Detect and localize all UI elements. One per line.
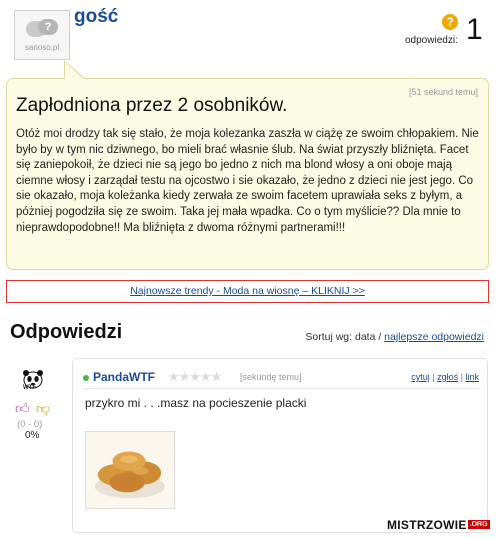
question-box: [51 sekund temu] Zapłodniona przez 2 oso… (6, 78, 489, 270)
question-circle-icon: ? (442, 14, 458, 30)
answer-username[interactable]: PandaWTF (93, 370, 155, 384)
avatar: ? sanoso.pl (14, 10, 70, 60)
answers-label: odpowiedzi: (405, 35, 458, 46)
online-dot-icon (83, 375, 89, 381)
speech-tail-fill (65, 62, 84, 79)
answer-card: PandaWTF ★★★★★ [sekundę temu] cytuj | zg… (72, 358, 488, 533)
thumbs-up-icon[interactable]: 👍︎ (15, 400, 30, 417)
answers-heading: Odpowiedzi (10, 321, 123, 343)
chat-bubbles-icon: ? (26, 18, 58, 41)
answers-count: 1 (466, 13, 483, 46)
answer-timestamp: [sekundę temu] (240, 372, 302, 382)
answer-actions: cytuj | zgłoś | link (411, 372, 479, 382)
thumbs-down-icon[interactable]: 👎︎ (36, 400, 50, 417)
vote-percent: 0% (25, 430, 40, 441)
question-body: Otóż moi drodzy tak się stało, że moja k… (16, 128, 479, 234)
promo-banner: Najnowsze trendy - Moda na wiosnę – KLIK… (6, 280, 489, 303)
permalink-link[interactable]: link (465, 372, 479, 382)
site-brand: MISTRZOWIE .ORG (387, 517, 490, 532)
sort-bar: Sortuj wg: data / najlepsze odpowiedzi (305, 331, 484, 343)
question-timestamp: [51 sekund temu] (408, 87, 478, 97)
promo-link[interactable]: Najnowsze trendy - Moda na wiosnę – KLIK… (130, 285, 365, 297)
brand-name: MISTRZOWIE (387, 517, 467, 532)
asker-username[interactable]: gość (74, 6, 118, 28)
answer-text: przykro mi . . .masz na pocieszenie plac… (85, 396, 307, 410)
rating-stars[interactable]: ★★★★★ (168, 369, 222, 385)
avatar-label: sanoso.pl (24, 42, 60, 52)
question-title: Zapłodniona przez 2 osobników. (16, 95, 288, 116)
vote-counts: (0 - 0) (17, 419, 43, 430)
sort-label: Sortuj wg: data / (305, 331, 382, 343)
panda-logo-text: WTF (23, 385, 36, 391)
pancakes-image (85, 431, 175, 509)
quote-link[interactable]: cytuj (411, 372, 430, 382)
brand-suffix: .ORG (467, 520, 490, 529)
sort-best-link[interactable]: najlepsze odpowiedzi (384, 331, 484, 343)
report-link[interactable]: zgłoś (437, 372, 458, 382)
answer-header: PandaWTF ★★★★★ [sekundę temu] cytuj | zg… (83, 367, 479, 389)
